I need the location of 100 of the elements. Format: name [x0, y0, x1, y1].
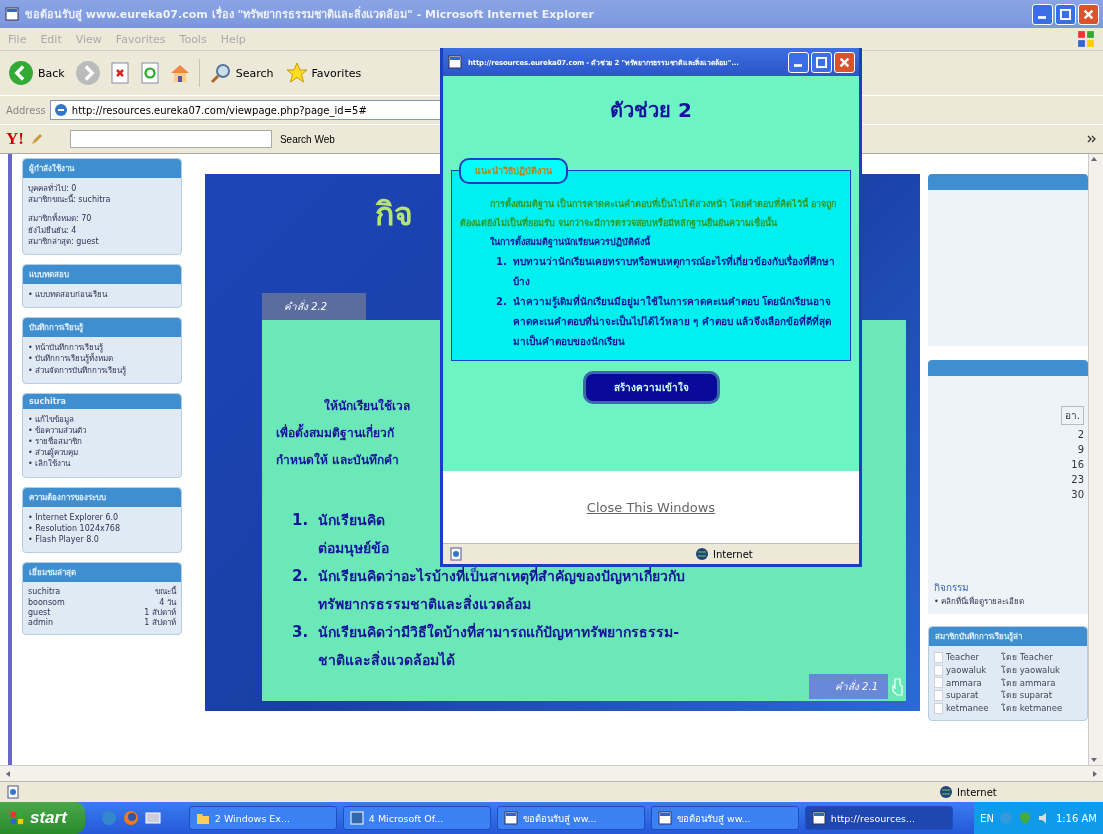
visitor-name: suchitra — [28, 587, 61, 598]
windows-logo-icon — [1077, 30, 1095, 48]
sidebar-link[interactable]: • รายชื่อสมาชิก — [28, 436, 176, 448]
zone-text: Internet — [713, 548, 754, 560]
question-text: นักเรียนคิด — [318, 512, 386, 528]
maximize-icon — [1059, 7, 1072, 21]
browser-page-icon — [657, 811, 672, 825]
chevron-icon[interactable] — [1087, 134, 1097, 144]
author-text: โดย ketmanee — [1001, 702, 1063, 715]
member-name[interactable]: suparat — [946, 689, 998, 702]
panel-header: เยี่ยมชมล่าสุด — [23, 563, 181, 583]
visit-time: ขณะนี้ — [155, 587, 176, 598]
taskbar-button[interactable]: 4 Microsoft Of... — [342, 806, 491, 830]
section-label: แนะนำวิธีปฏิบัติงาน — [459, 158, 568, 184]
desktop-icon[interactable] — [144, 810, 161, 826]
item-number: 1. — [292, 510, 309, 531]
taskbar-button[interactable]: ขอต้อนรับสู่ ww... — [496, 806, 645, 830]
weekday-header: อา. — [1060, 406, 1084, 425]
panel-header: บันทึกการเรียนรู้ — [23, 318, 181, 338]
calendar-day[interactable]: 2 — [1077, 429, 1084, 440]
panel-header: แบบทดสอบ — [23, 264, 181, 284]
taskbar-button[interactable]: http://resources... — [804, 806, 953, 830]
window-title: ขอต้อนรับสู่ www.eureka07.com เรื่อง "ทรัพยากรธรรมชาติและสิ่งแวดล้อม" - Microsoft Internet Explorer — [25, 5, 595, 23]
item-number: 2. — [292, 566, 309, 587]
question-text: นักเรียนคิดว่ามีวิธีใดบ้างที่สามารถแก้ปัญหาทรัพยากรธรรม- — [318, 624, 679, 640]
browser-page-icon — [811, 811, 826, 825]
back-button[interactable]: Back — [6, 58, 67, 88]
visit-time: 1 สัปดาห์ — [144, 618, 176, 629]
visit-time: 4 วัน — [159, 597, 176, 608]
sidebar-link[interactable]: • Resolution 1024x768 — [28, 522, 176, 534]
panel-title: กิจกรรม — [934, 581, 970, 595]
instruction-text: ในการตั้งสมมติฐานนักเรียนควรปฏิบัติดังนี้ — [489, 234, 652, 250]
popup-heading: ตัวช่วย 2 — [610, 98, 692, 122]
close-link[interactable]: Close This Windows — [586, 499, 716, 515]
taskbar-button[interactable]: ขอต้อนรับสู่ ww... — [650, 806, 799, 830]
activity-link[interactable]: • คลิกที่นี่เพื่อดูรายละเอียด — [934, 595, 1082, 608]
visitor-name: admin — [28, 618, 54, 629]
paragraph: การตั้งสมมติฐาน เป็นการคาดคะเนคำตอบที่เป็นไปได้ล่วงหน้า โดยคำตอบที่คิดไว้นี้ อาจถูกต้องแต่ยังไม่เป็นที่ยอมรับ จนกว่าจะมีการตรวจสอบหรือมีหลักฐานยืนยันความเชื่อนั้น — [460, 196, 838, 231]
star-icon — [285, 62, 308, 84]
browser-page-icon — [503, 811, 518, 825]
member-name[interactable]: yaowaluk — [946, 663, 998, 677]
calendar-day[interactable]: 30 — [1071, 489, 1084, 500]
step-number: 1. — [496, 255, 507, 269]
calendar-day[interactable]: 16 — [1071, 459, 1084, 470]
panel-header: ความต้องการของระบบ — [23, 487, 181, 507]
vertical-scrollbar[interactable] — [1088, 154, 1103, 765]
sidebar-link[interactable]: • เลิกใช้งาน — [28, 458, 176, 470]
sidebar-link[interactable]: • ส่วนผู้ควบคุม — [28, 447, 176, 459]
favorites-button[interactable]: Favorites — [283, 60, 364, 86]
fox-icon[interactable] — [122, 810, 139, 826]
member-name[interactable]: ammara — [946, 676, 998, 690]
sidebar-link[interactable]: สมาชิกขณะนี้: suchitra — [28, 194, 176, 206]
search-field[interactable] — [69, 130, 272, 148]
sidebar-link[interactable]: • Internet Explorer 6.0 — [28, 511, 176, 523]
member-name[interactable]: Teacher — [946, 651, 998, 664]
sidebar-link[interactable]: • ส่วนจัดการบันทึกการเรียนรู้ — [28, 364, 176, 376]
calendar-day[interactable]: 23 — [1071, 474, 1084, 485]
minimize-button[interactable] — [788, 51, 809, 73]
start-button[interactable]: start — [0, 802, 85, 834]
sidebar-link[interactable]: สมาชิกล่าสุด: guest — [28, 235, 176, 247]
close-icon — [1082, 7, 1095, 21]
question-text: นักเรียนคิดว่าอะไรบ้างที่เป็นสาเหตุที่สำคัญของปัญหาเกี่ยวกับ — [318, 568, 686, 584]
step-number: 2. — [496, 295, 507, 309]
sidebar-link[interactable]: • บันทึกการเรียนรู้ทั้งหมด — [28, 353, 176, 365]
item-number: 3. — [292, 622, 309, 643]
close-icon — [838, 55, 851, 69]
browser-page-icon — [447, 54, 463, 70]
question-text: ชาติและสิ่งแวดล้อมได้ — [318, 652, 456, 668]
zone-text: Internet — [957, 786, 998, 798]
member-name[interactable]: ketmanee — [946, 702, 998, 715]
maximize-icon — [815, 55, 828, 69]
yahoo-logo[interactable]: Y! — [6, 129, 24, 149]
sidebar-link[interactable]: • แบบทดสอบก่อนเรียน — [28, 288, 176, 301]
search-button[interactable]: Search — [207, 60, 276, 86]
sidebar-link[interactable]: • ข้อความส่วนตัว — [28, 424, 176, 437]
sidebar-link[interactable]: ยังไม่ยืนยัน: 4 — [28, 224, 176, 236]
clock: 1:16 AM — [1055, 812, 1097, 824]
slide-heading: กิจ — [375, 195, 413, 233]
step-text: ทบทวนว่านักเรียนเคยทราบหรือพบเหตุการณ์อะไรที่เกี่ยวข้องกับเรื่องที่ศึกษาบ้าง — [512, 253, 836, 289]
panel-header: สมาชิกบันทึกการเรียนรู้ล่า — [929, 627, 1087, 646]
sidebar-link[interactable]: สมาชิกทั้งหมด: 70 — [28, 213, 176, 225]
close-button[interactable] — [834, 51, 855, 73]
maximize-button[interactable] — [811, 51, 832, 73]
refresh-icon[interactable] — [138, 62, 161, 84]
author-text: โดย ammara — [1001, 676, 1056, 690]
taskbar-button[interactable]: 2 Windows Ex... — [188, 806, 337, 830]
author-text: โดย Teacher — [1001, 651, 1053, 664]
minimize-icon — [1038, 15, 1046, 19]
sidebar-link[interactable]: • แก้ไขข้อมูล — [28, 413, 176, 425]
step-text: นำความรู้เดิมที่นักเรียนมีอยู่มาใช้ในการคาดคะเนคำตอบ โดยนักเรียนอาจคาดคะเนคำตอบที่น่าจะเป็นไปได้ไว้หลาย ๆ คำตอบ แล้วจึงเลือกข้อที่ดีที่สุดมาเป็นคำตอบของนักเรียน — [512, 293, 833, 349]
calendar-day[interactable]: 9 — [1077, 444, 1084, 455]
slide-tab[interactable]: คำสั่ง 2.2 — [262, 293, 366, 320]
browser-page-icon — [4, 6, 20, 22]
search-web-button[interactable]: Search Web — [277, 133, 337, 145]
panel-header: suchitra — [23, 393, 181, 409]
horizontal-scrollbar[interactable] — [0, 765, 1103, 781]
sidebar-link[interactable]: • Flash Player 8.0 — [28, 534, 176, 546]
sidebar-link[interactable]: บุคคลทั่วไป: 0 — [28, 183, 176, 195]
understand-button[interactable]: สร้างความเข้าใจ — [582, 371, 720, 404]
stop-icon[interactable] — [108, 62, 131, 84]
